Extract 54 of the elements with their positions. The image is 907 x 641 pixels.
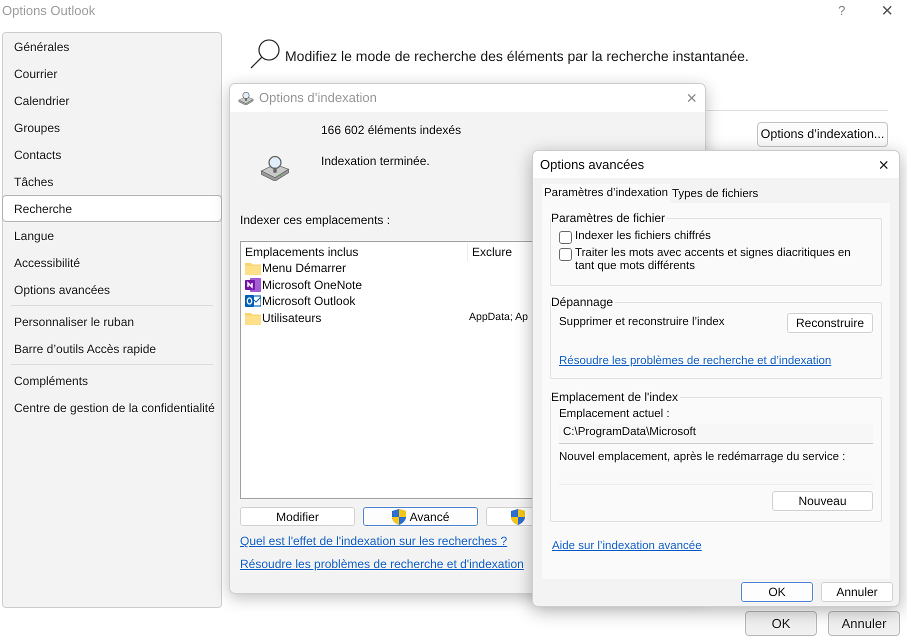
sidebar-item[interactable]: Compléments (3, 367, 221, 394)
location-row[interactable]: Microsoft Outlook (245, 292, 469, 310)
sidebar-item[interactable]: Centre de gestion de la confidentialité (3, 394, 221, 421)
indexed-count: 166 602 éléments indexés (321, 122, 462, 139)
sidebar-item[interactable]: Recherche (2, 195, 222, 222)
sidebar-item[interactable]: Langue (3, 222, 221, 249)
help-link[interactable]: Aide sur l’indexation avancée (552, 538, 702, 555)
sidebar-item[interactable]: Groupes (3, 114, 221, 141)
sidebar-item[interactable]: Accessibilité (3, 249, 221, 276)
close-button[interactable]: × (878, 156, 889, 174)
search-description: Modifiez le mode de recherche des éléments par la recherche instantanée. (285, 47, 749, 66)
checkbox-label: Traiter les mots avec accents et signes diacritiques en tant que mots différents (575, 247, 852, 273)
button[interactable]: Annuler (821, 582, 893, 602)
sidebar-item[interactable]: Courrier (3, 60, 221, 87)
button[interactable]: Modifier (240, 507, 355, 526)
window-title: Options Outlook (2, 2, 96, 20)
column-header[interactable]: Exclure (467, 242, 512, 261)
location-row[interactable]: Utilisateurs (245, 308, 469, 327)
troubleshoot-link[interactable]: Résoudre les problèmes de recherche et d’indexation (559, 353, 873, 370)
field-label: Emplacement actuel : (559, 407, 671, 422)
dialog-button[interactable]: OK (745, 611, 817, 636)
group-title: Dépannage (551, 294, 614, 311)
group-title: Emplacement de l'index (551, 389, 680, 406)
tab[interactable]: Types de fichiers (670, 186, 760, 203)
close-button[interactable]: × (686, 89, 697, 107)
location-row[interactable]: Microsoft OneNote (245, 276, 469, 294)
sidebar-item[interactable]: Tâches (3, 168, 221, 195)
group-title: Paramètres de fichier (551, 210, 666, 227)
rebuild-description: Supprimer et reconstruire l’index (559, 315, 725, 330)
sidebar-item[interactable]: Calendrier (3, 87, 221, 114)
sidebar-item[interactable]: Contacts (3, 141, 221, 168)
button[interactable]: Nouveau (772, 490, 873, 511)
checkbox-label: Indexer les fichiers chiffrés (575, 230, 711, 243)
sidebar-item[interactable]: Personnaliser le ruban (3, 308, 221, 335)
current-location-field[interactable]: C:\ProgramData\Microsoft (559, 424, 873, 444)
indexing-options-button[interactable]: Options d’indexation... (757, 122, 888, 147)
column-header[interactable]: Emplacements inclus (245, 242, 467, 261)
indexing-status: Indexation terminée. (321, 153, 431, 170)
table-cell-text: AppData; Ap (469, 310, 528, 326)
location-row[interactable]: Menu Démarrer (245, 259, 469, 278)
dialog-button[interactable]: Annuler (828, 611, 900, 636)
list-label: Indexer ces emplacements : (240, 212, 390, 230)
sidebar-item[interactable]: Barre d’outils Accès rapide (3, 335, 221, 362)
tab[interactable]: Paramètres d’indexation (542, 184, 670, 203)
button[interactable]: Avancé (363, 507, 478, 526)
field-label: Nouvel emplacement, après le redémarrage du service : (559, 450, 846, 464)
sidebar-item[interactable]: Générales (3, 33, 221, 60)
button[interactable]: OK (741, 582, 813, 602)
close-button[interactable]: × (881, 1, 893, 21)
dialog-title: Options d’indexation (259, 89, 377, 108)
sidebar-item[interactable]: Options avancées (3, 276, 221, 303)
dialog-title: Options avancées (540, 156, 644, 174)
button[interactable]: Reconstruire (787, 313, 873, 333)
help-button[interactable]: ? (838, 1, 846, 21)
